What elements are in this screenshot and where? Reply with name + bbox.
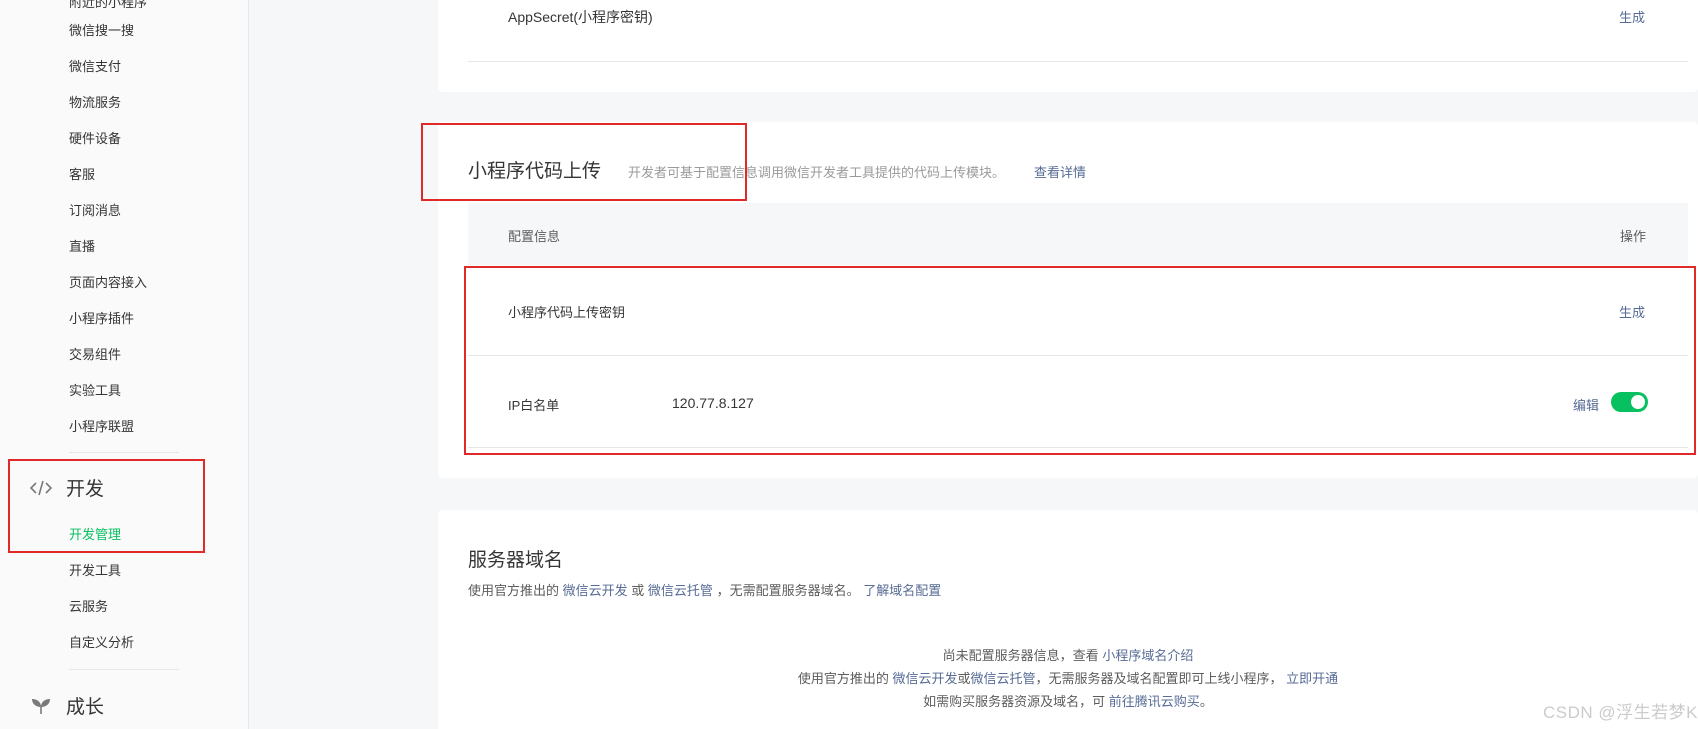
cloud-host-link[interactable]: 微信云托管 [648, 583, 713, 598]
sprout-icon [30, 695, 52, 717]
domain-intro-link[interactable]: 小程序域名介绍 [1102, 648, 1193, 663]
server-desc-suffix: ，无需配置服务器域名。 [716, 583, 860, 598]
empty-line3-prefix: 如需购买服务器资源及域名，可 [923, 694, 1106, 709]
sidebar: 附近的小程序 微信搜一搜 微信支付 物流服务 硬件设备 客服 订阅消息 直播 页… [0, 0, 249, 729]
domain-config-link[interactable]: 了解域名配置 [863, 583, 941, 598]
server-empty-line1: 尚未配置服务器信息，查看 小程序域名介绍 [438, 645, 1698, 664]
ip-whitelist-edit-button[interactable]: 编辑 [1573, 395, 1599, 414]
page: 附近的小程序 微信搜一搜 微信支付 物流服务 硬件设备 客服 订阅消息 直播 页… [0, 0, 1698, 729]
sidebar-item-cut[interactable]: 附近的小程序 [69, 0, 147, 8]
server-desc-or: 或 [631, 583, 645, 598]
sidebar-group-growth-title: 成长 [66, 697, 105, 718]
upload-key-label: 小程序代码上传密钥 [508, 305, 626, 320]
server-domain-desc: 使用官方推出的 微信云开发 或 微信云托管 ，无需配置服务器域名。 了解域名配置 [468, 580, 941, 599]
sidebar-item-lab-tools[interactable]: 实验工具 [69, 383, 121, 399]
upload-key-generate-button[interactable]: 生成 [1619, 302, 1645, 321]
sidebar-item-alliance[interactable]: 小程序联盟 [69, 419, 134, 435]
empty-line1-prefix: 尚未配置服务器信息，查看 [942, 648, 1099, 663]
appsecret-label: AppSecret(小程序密钥) [508, 9, 653, 25]
appsecret-generate-button[interactable]: 生成 [1619, 7, 1645, 26]
code-upload-desc: 开发者可基于配置信息调用微信开发者工具提供的代码上传模块。 [628, 165, 1006, 180]
server-empty-line2: 使用官方推出的 微信云开发或微信云托管，无需服务器及域名配置即可上线小程序， 立… [438, 668, 1698, 687]
sidebar-divider [69, 669, 179, 670]
sidebar-item-cloud-service[interactable]: 云服务 [69, 599, 108, 615]
empty-line2-or: 或 [957, 671, 971, 686]
tencent-cloud-buy-link[interactable]: 前往腾讯云购买 [1109, 694, 1200, 709]
empty-line3-suffix: 。 [1199, 694, 1213, 709]
toggle-knob [1631, 395, 1645, 409]
ip-whitelist-label: IP白名单 [508, 398, 560, 413]
sidebar-item-wechat-pay[interactable]: 微信支付 [69, 59, 121, 75]
sidebar-item-hardware[interactable]: 硬件设备 [69, 131, 121, 147]
sidebar-item-customer-service[interactable]: 客服 [69, 167, 95, 183]
sidebar-divider [69, 452, 179, 453]
sidebar-item-dev-manage[interactable]: 开发管理 [69, 527, 121, 543]
server-domain-title: 服务器域名 [468, 550, 564, 571]
ip-whitelist-toggle[interactable] [1611, 392, 1648, 412]
server-desc-prefix: 使用官方推出的 [468, 583, 560, 598]
sidebar-item-logistics[interactable]: 物流服务 [69, 95, 121, 111]
divider [468, 355, 1688, 356]
sidebar-item-live[interactable]: 直播 [69, 239, 95, 255]
sidebar-group-growth[interactable]: 成长 [30, 692, 104, 719]
code-icon [30, 477, 52, 499]
server-empty-line3: 如需购买服务器资源及域名，可 前往腾讯云购买。 [438, 691, 1698, 710]
sidebar-item-custom-analysis[interactable]: 自定义分析 [69, 635, 134, 651]
sidebar-item-subscribe-msg[interactable]: 订阅消息 [69, 203, 121, 219]
watermark: CSDN @浮生若梦K [1543, 703, 1698, 722]
sidebar-item-trade-component[interactable]: 交易组件 [69, 347, 121, 363]
col-config-header: 配置信息 [508, 229, 561, 244]
divider [468, 447, 1688, 448]
empty-line2-prefix: 使用官方推出的 [797, 671, 889, 686]
col-action-header: 操作 [1620, 229, 1647, 244]
sidebar-group-dev-title: 开发 [66, 479, 105, 500]
sidebar-item-wechat-search[interactable]: 微信搜一搜 [69, 23, 134, 39]
empty-cloud-dev-link[interactable]: 微信云开发 [892, 671, 957, 686]
ip-whitelist-value: 120.77.8.127 [672, 395, 754, 411]
sidebar-item-page-content[interactable]: 页面内容接入 [69, 275, 147, 291]
code-upload-title: 小程序代码上传 [468, 161, 602, 182]
sidebar-item-plugins[interactable]: 小程序插件 [69, 311, 134, 327]
config-table-header [468, 203, 1688, 265]
code-upload-detail-link[interactable]: 查看详情 [1034, 162, 1086, 181]
sidebar-item-dev-tools[interactable]: 开发工具 [69, 563, 121, 579]
empty-cloud-host-link[interactable]: 微信云托管 [971, 671, 1036, 686]
open-now-link[interactable]: 立即开通 [1286, 671, 1338, 686]
divider [468, 61, 1688, 62]
sidebar-group-dev[interactable]: 开发 [30, 474, 104, 501]
empty-line2-mid: ，无需服务器及域名配置即可上线小程序， [1035, 671, 1283, 686]
cloud-dev-link[interactable]: 微信云开发 [563, 583, 628, 598]
